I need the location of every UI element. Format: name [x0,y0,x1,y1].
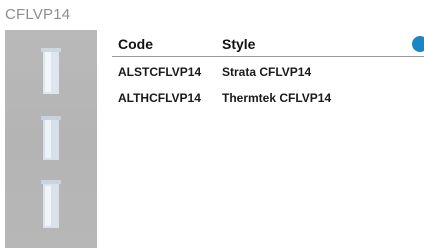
cell-style: Thermtek CFLVP14 [222,91,332,105]
table-row: ALTHCFLVP14 Thermtek CFLVP14 [112,83,424,109]
cell-code: ALSTCFLVP14 [118,65,202,79]
cell-code: ALTHCFLVP14 [118,91,201,105]
status-dot [412,36,424,52]
product-image [5,30,97,248]
product-vessel-bottom [41,180,61,228]
product-vessel-middle [41,116,61,160]
page-title: CFLVP14 [5,6,71,23]
product-image-graphic [41,48,61,228]
column-header-code: Code [118,36,153,52]
product-table: Code Style ALSTCFLVP14 Strata CFLVP14 AL… [112,30,424,109]
table-row: ALSTCFLVP14 Strata CFLVP14 [112,57,424,83]
product-vessel-top [41,48,61,94]
cell-style: Strata CFLVP14 [222,65,312,79]
table-header-row: Code Style [112,30,424,57]
column-header-style: Style [222,36,256,52]
